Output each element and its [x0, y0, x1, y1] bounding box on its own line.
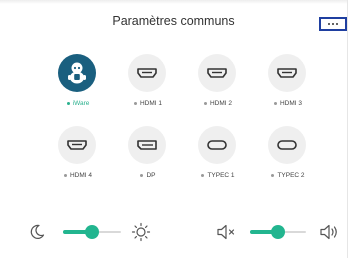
source-label-text: DP: [146, 172, 156, 179]
more-dot-icon: [328, 23, 330, 25]
source-hdmi-1[interactable]: HDMI 1: [118, 54, 178, 118]
bullet-icon: [201, 174, 205, 177]
source-iware-circle: [58, 54, 96, 92]
volume-slider[interactable]: [250, 225, 306, 239]
common-settings-panel: Paramètres communs iWare HDMI 1 HDMI 2 H…: [0, 0, 348, 258]
source-label: HDMI 3: [248, 100, 328, 107]
source-typec-1[interactable]: TYPEC 1: [188, 126, 248, 190]
moon-icon[interactable]: [28, 223, 46, 241]
bullet-icon: [133, 102, 137, 105]
bullet-icon: [203, 102, 207, 105]
robot-icon: [68, 62, 86, 84]
more-options-button[interactable]: [319, 17, 347, 31]
source-label: DP: [108, 172, 188, 179]
source-dp-circle: [128, 126, 166, 164]
source-label: TYPEC 2: [248, 172, 328, 179]
source-hdmi-4-circle: [58, 126, 96, 164]
source-label-text: TYPEC 2: [277, 172, 305, 179]
more-dot-icon: [336, 23, 338, 25]
volume-slider-handle[interactable]: [271, 225, 285, 239]
source-label-text: HDMI 3: [279, 100, 303, 107]
brightness-slider-handle[interactable]: [85, 225, 99, 239]
source-dp[interactable]: DP: [118, 126, 178, 190]
source-label: HDMI 4: [38, 172, 118, 179]
more-dot-icon: [332, 23, 334, 25]
panel-title: Paramètres communs: [112, 14, 235, 28]
source-hdmi-3[interactable]: HDMI 3: [258, 54, 318, 118]
source-hdmi-1-circle: [128, 54, 166, 92]
source-label-text: TYPEC 1: [207, 172, 235, 179]
hdmi-icon: [67, 140, 87, 150]
source-iware[interactable]: iWare: [48, 54, 108, 118]
source-typec-2-circle: [268, 126, 306, 164]
source-hdmi-2[interactable]: HDMI 2: [188, 54, 248, 118]
panel-top-shadow: [0, 0, 347, 4]
hdmi-icon: [277, 68, 297, 78]
source-hdmi-4[interactable]: HDMI 4: [48, 126, 108, 190]
displayport-icon: [137, 140, 157, 150]
speaker-icon[interactable]: [319, 223, 341, 241]
source-hdmi-2-circle: [198, 54, 236, 92]
source-label-text: HDMI 2: [209, 100, 233, 107]
bullet-icon: [140, 174, 144, 177]
source-label-text: HDMI 4: [69, 172, 93, 179]
source-label: TYPEC 1: [178, 172, 258, 179]
hdmi-icon: [207, 68, 227, 78]
mute-speaker-icon[interactable]: [216, 223, 238, 241]
source-label: HDMI 1: [108, 100, 188, 107]
source-typec-1-circle: [198, 126, 236, 164]
sun-icon[interactable]: [131, 222, 151, 242]
usb-c-icon: [277, 140, 297, 150]
usb-c-icon: [207, 140, 227, 150]
bullet-icon: [63, 174, 67, 177]
source-label: iWare: [38, 100, 118, 107]
bullet-icon: [273, 102, 277, 105]
bullet-icon: [271, 174, 275, 177]
brightness-slider[interactable]: [63, 225, 121, 239]
source-label-text: iWare: [72, 100, 90, 107]
hdmi-icon: [137, 68, 157, 78]
source-typec-2[interactable]: TYPEC 2: [258, 126, 318, 190]
source-label: HDMI 2: [178, 100, 258, 107]
source-label-text: HDMI 1: [139, 100, 163, 107]
bullet-icon: [66, 102, 70, 105]
source-hdmi-3-circle: [268, 54, 306, 92]
